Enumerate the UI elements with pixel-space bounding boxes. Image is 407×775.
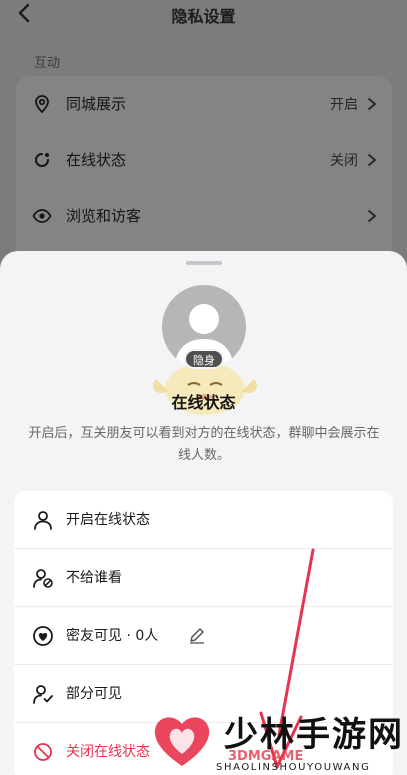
option-enable-online-status[interactable]: 开启在线状态 — [14, 491, 393, 549]
sheet-description: 开启后，互关朋友可以看到对方的在线状态，群聊中会展示在线人数。 — [28, 426, 380, 463]
option-label: 部分可见 — [66, 686, 122, 702]
option-label: 密友可见 · 0人 — [66, 628, 159, 644]
block-icon — [34, 743, 52, 761]
option-hide-from[interactable]: 不给谁看 — [14, 549, 393, 607]
option-label: 开启在线状态 — [66, 512, 150, 528]
setting-row-nearby[interactable]: 同城展示 开启 — [16, 76, 392, 131]
option-partially-visible[interactable]: 部分可见 — [14, 665, 393, 723]
person-block-icon — [33, 569, 53, 588]
edit-pencil-icon[interactable] — [188, 626, 206, 644]
option-label: 不给谁看 — [66, 570, 122, 586]
eye-icon — [32, 208, 52, 223]
sheet-drag-handle[interactable] — [186, 261, 222, 265]
status-options-list: 开启在线状态 不给谁看 密友可见 · 0人 部分可见 关闭在线状态 — [14, 491, 393, 775]
option-disable-online-status[interactable]: 关闭在线状态 — [14, 723, 393, 775]
person-check-icon — [33, 685, 53, 704]
setting-value: 关闭 — [330, 152, 358, 169]
setting-value: 开启 — [330, 96, 358, 113]
setting-label: 浏览和访客 — [66, 207, 142, 225]
setting-label: 同城展示 — [66, 95, 127, 113]
setting-row-browse-visitors[interactable]: 浏览和访客 — [16, 188, 392, 243]
heart-icon — [33, 626, 53, 646]
setting-label: 在线状态 — [66, 151, 127, 169]
annotation-arrow-icon — [259, 548, 315, 769]
page-title: 隐私设置 — [171, 7, 236, 26]
chevron-right-icon — [368, 209, 377, 222]
option-label: 关闭在线状态 — [66, 744, 150, 760]
top-bar: 隐私设置 — [0, 0, 407, 34]
online-status-sheet: 隐身 在线状态 开启后，互关朋友可以看到对方的在线状态，群聊中会展示在线人数。 … — [0, 251, 407, 775]
chevron-right-icon — [368, 153, 377, 166]
sheet-title: 在线状态 — [171, 393, 236, 412]
person-icon — [34, 511, 52, 530]
option-close-friends[interactable]: 密友可见 · 0人 — [14, 607, 393, 665]
online-status-icon — [35, 152, 49, 167]
section-label: 互动 — [34, 56, 61, 71]
settings-card: 同城展示 开启 在线状态 关闭 浏览和访客 — [16, 76, 392, 266]
setting-row-online-status[interactable]: 在线状态 关闭 — [16, 132, 392, 187]
chevron-right-icon — [368, 97, 377, 110]
location-pin-icon — [35, 94, 49, 113]
invisible-badge: 隐身 — [184, 349, 224, 369]
